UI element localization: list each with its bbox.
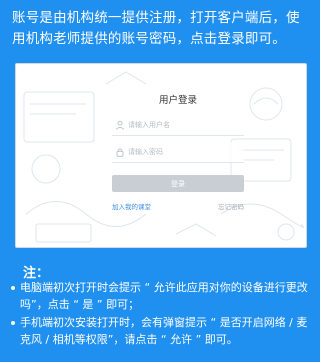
forgot-password-link[interactable]: 忘记密码 — [218, 201, 244, 211]
list-item: 手机端初次安装打开时，会有弹窗提示 “ 是否开启网络 / 麦克风 / 相机等权限… — [10, 315, 313, 348]
join-classroom-link[interactable]: 加入我的课堂 — [112, 201, 151, 211]
password-input[interactable] — [128, 145, 238, 159]
login-panel: 用户登录 登录 加入我的课堂 忘记密码 — [112, 92, 244, 211]
note-text: 电脑端初次打开时会提示 “ 允许此应用对你的设备进行更改吗”，点击 “ 是 ” … — [20, 281, 308, 311]
password-field[interactable] — [112, 142, 244, 163]
user-icon — [115, 120, 125, 130]
bullet-icon — [11, 321, 15, 325]
username-field[interactable] — [112, 115, 244, 136]
login-title: 用户登录 — [158, 95, 197, 106]
lock-icon — [116, 148, 124, 157]
login-screenshot: 用户登录 登录 加入我的课堂 忘记密码 — [15, 63, 307, 248]
login-button[interactable]: 登录 — [112, 175, 244, 192]
username-input[interactable] — [128, 118, 238, 132]
intro-text: 账号是由机构统一提供注册，打开客户端后，使用机构老师提供的账号密码，点击登录即可… — [12, 10, 300, 47]
login-links: 加入我的课堂 忘记密码 — [112, 201, 244, 211]
list-item: 电脑端初次打开时会提示 “ 允许此应用对你的设备进行更改吗”，点击 “ 是 ” … — [10, 280, 313, 313]
notes-list: 电脑端初次打开时会提示 “ 允许此应用对你的设备进行更改吗”，点击 “ 是 ” … — [10, 280, 313, 350]
bullet-icon — [11, 286, 15, 290]
notes-title: 注： — [23, 266, 50, 281]
note-text: 手机端初次安装打开时，会有弹窗提示 “ 是否开启网络 / 麦克风 / 相机等权限… — [20, 316, 308, 346]
